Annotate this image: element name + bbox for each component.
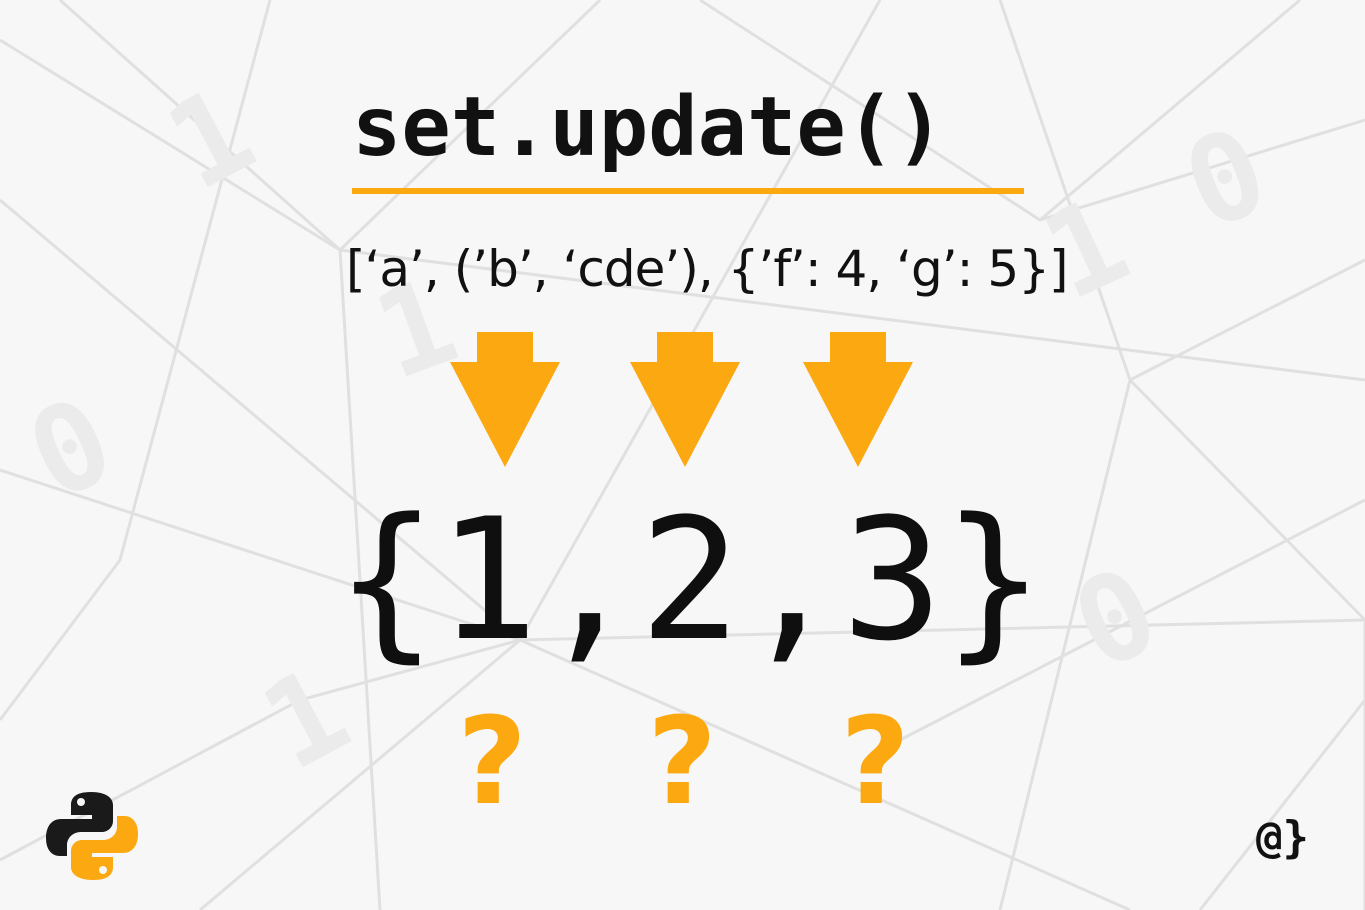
iterables-argument: [‘a’, (’b’, ‘cde’), {’f’: 4, ‘g’: 5}] [346, 240, 1069, 298]
brand-mark: @} [1256, 812, 1309, 863]
title-underline [352, 188, 1024, 194]
set-literal: {1,2,3} [336, 482, 1045, 678]
question-mark: ? [647, 693, 717, 832]
question-mark: ? [457, 693, 527, 832]
page-title: set.update() [352, 80, 945, 175]
down-arrow-icon [630, 332, 740, 467]
thumbnail-canvas: 1 1 1 0 0 1 0 set.update() [‘a’, (’b’, ‘… [0, 0, 1365, 910]
down-arrow-icon [450, 332, 560, 467]
python-logo-icon [46, 792, 138, 880]
down-arrow-icon [803, 332, 913, 467]
question-mark: ? [840, 693, 910, 832]
